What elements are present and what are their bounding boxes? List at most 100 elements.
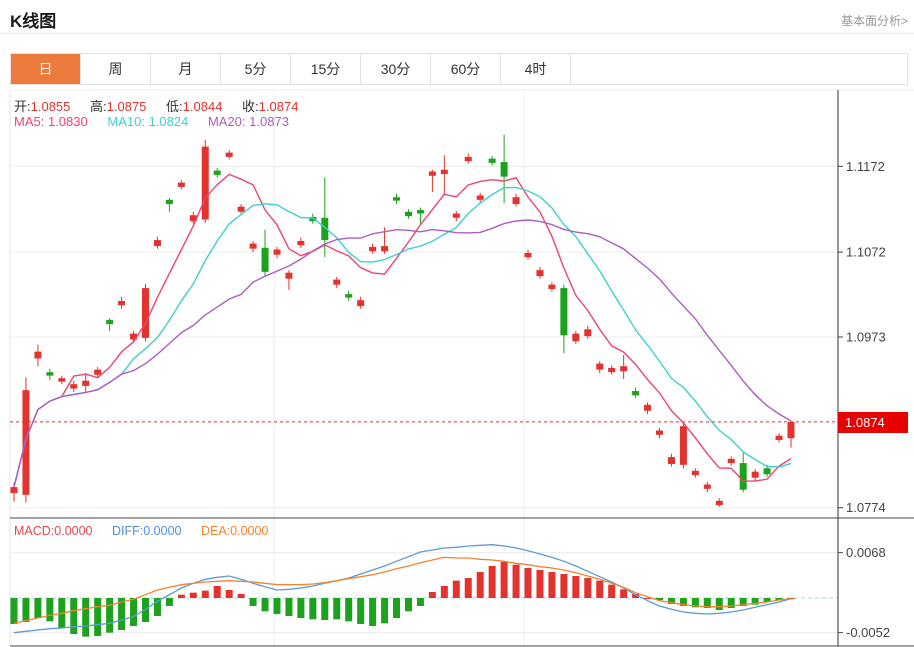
- candle-body: [345, 294, 352, 297]
- macd-bar: [501, 562, 508, 598]
- candle-body: [764, 468, 771, 474]
- fundamental-analysis-link[interactable]: 基本面分析>: [841, 12, 908, 29]
- tab-月[interactable]: 月: [151, 54, 221, 84]
- last-price-tag: 1.0874: [838, 412, 908, 433]
- candle-body: [489, 159, 496, 163]
- macd-bar: [381, 598, 388, 623]
- macd-bar: [345, 598, 352, 621]
- macd-bar: [441, 586, 448, 598]
- candle-body: [166, 200, 173, 204]
- macd-bar: [417, 598, 424, 606]
- ma20-line: [14, 220, 791, 487]
- macd-bar: [262, 598, 269, 611]
- candle-body: [704, 485, 711, 489]
- y-axis-label: 1.1072: [846, 245, 886, 260]
- candle-body: [632, 391, 639, 395]
- macd-bar: [214, 586, 221, 598]
- candle-body: [250, 244, 257, 249]
- candle-body: [788, 422, 795, 438]
- macd-value: MACD:0.0000: [14, 524, 93, 538]
- candle-body: [716, 501, 723, 505]
- ma-readout: MA5: 1.0830 MA10: 1.0824 MA20: 1.0873: [14, 114, 305, 129]
- tab-60分[interactable]: 60分: [431, 54, 501, 84]
- candle-body: [46, 372, 53, 375]
- macd-bar: [429, 592, 436, 598]
- macd-bar: [572, 576, 579, 598]
- macd-bar: [297, 598, 304, 618]
- macd-bar: [489, 566, 496, 598]
- candle-body: [285, 273, 292, 279]
- candle-body: [34, 352, 41, 359]
- diff-value: DIFF:0.0000: [112, 524, 181, 538]
- tab-4时[interactable]: 4时: [501, 54, 571, 84]
- tab-周[interactable]: 周: [81, 54, 151, 84]
- macd-bar: [536, 570, 543, 598]
- tab-30分[interactable]: 30分: [361, 54, 431, 84]
- candle-body: [513, 197, 520, 204]
- open-value: 开:1.0855: [14, 99, 70, 114]
- close-value: 收:1.0874: [242, 99, 298, 114]
- macd-bar: [106, 598, 113, 633]
- macd-bar: [393, 598, 400, 618]
- macd-bar: [11, 598, 18, 624]
- macd-bar: [226, 590, 233, 598]
- macd-bar: [250, 598, 257, 606]
- candle-body: [680, 426, 687, 465]
- header-divider: [0, 33, 914, 34]
- candle-body: [297, 241, 304, 245]
- macd-bar: [560, 574, 567, 598]
- macd-bar: [70, 598, 77, 634]
- candle-body: [58, 378, 65, 381]
- tab-日[interactable]: 日: [11, 54, 81, 84]
- tab-5分[interactable]: 5分: [221, 54, 291, 84]
- candle-body: [226, 153, 233, 157]
- candle-body: [142, 288, 149, 338]
- macd-bar: [716, 598, 723, 610]
- macd-bar: [513, 565, 520, 598]
- macd-readout: MACD:0.0000 DIFF:0.0000 DEA:0.0000: [14, 524, 284, 538]
- candle-body: [501, 162, 508, 177]
- y-axis-label: 0.0068: [846, 545, 886, 560]
- macd-bar: [321, 598, 328, 620]
- macd-bar: [238, 594, 245, 598]
- candle-body: [668, 457, 675, 464]
- candle-body: [393, 197, 400, 200]
- macd-bar: [548, 572, 555, 598]
- candle-body: [118, 301, 125, 305]
- low-value: 低:1.0844: [166, 99, 222, 114]
- candle-body: [536, 270, 543, 276]
- macd-bar: [166, 598, 173, 606]
- candle-body: [333, 280, 340, 285]
- macd-bar: [46, 598, 53, 621]
- y-axis-label: -0.0052: [846, 625, 890, 640]
- candle-body: [477, 195, 484, 199]
- candle-body: [11, 487, 18, 493]
- macd-bar: [405, 598, 412, 611]
- candle-body: [656, 431, 663, 435]
- candle-body: [202, 147, 209, 220]
- ma5-value: MA5: 1.0830: [14, 114, 88, 129]
- macd-bar: [130, 598, 137, 626]
- macd-bar: [285, 598, 292, 616]
- candle-body: [644, 405, 651, 411]
- candle-body: [405, 212, 412, 216]
- macd-bar: [357, 598, 364, 624]
- candle-body: [429, 171, 436, 175]
- macd-bar: [333, 598, 340, 619]
- candle-body: [154, 240, 161, 246]
- candle-body: [584, 329, 591, 336]
- candle-body: [465, 157, 472, 161]
- ma20-value: MA20: 1.0873: [208, 114, 289, 129]
- macd-bar: [620, 589, 627, 598]
- high-value: 高:1.0875: [90, 99, 146, 114]
- candle-body: [728, 459, 735, 463]
- macd-bar: [465, 578, 472, 598]
- macd-bar: [309, 598, 316, 619]
- tab-bar: 日周月5分15分30分60分4时: [10, 53, 908, 85]
- tab-15分[interactable]: 15分: [291, 54, 361, 84]
- candle-body: [106, 320, 113, 324]
- page-title: K线图: [10, 7, 56, 32]
- candle-body: [692, 471, 699, 475]
- candle-body: [572, 334, 579, 342]
- candle-body: [238, 207, 245, 212]
